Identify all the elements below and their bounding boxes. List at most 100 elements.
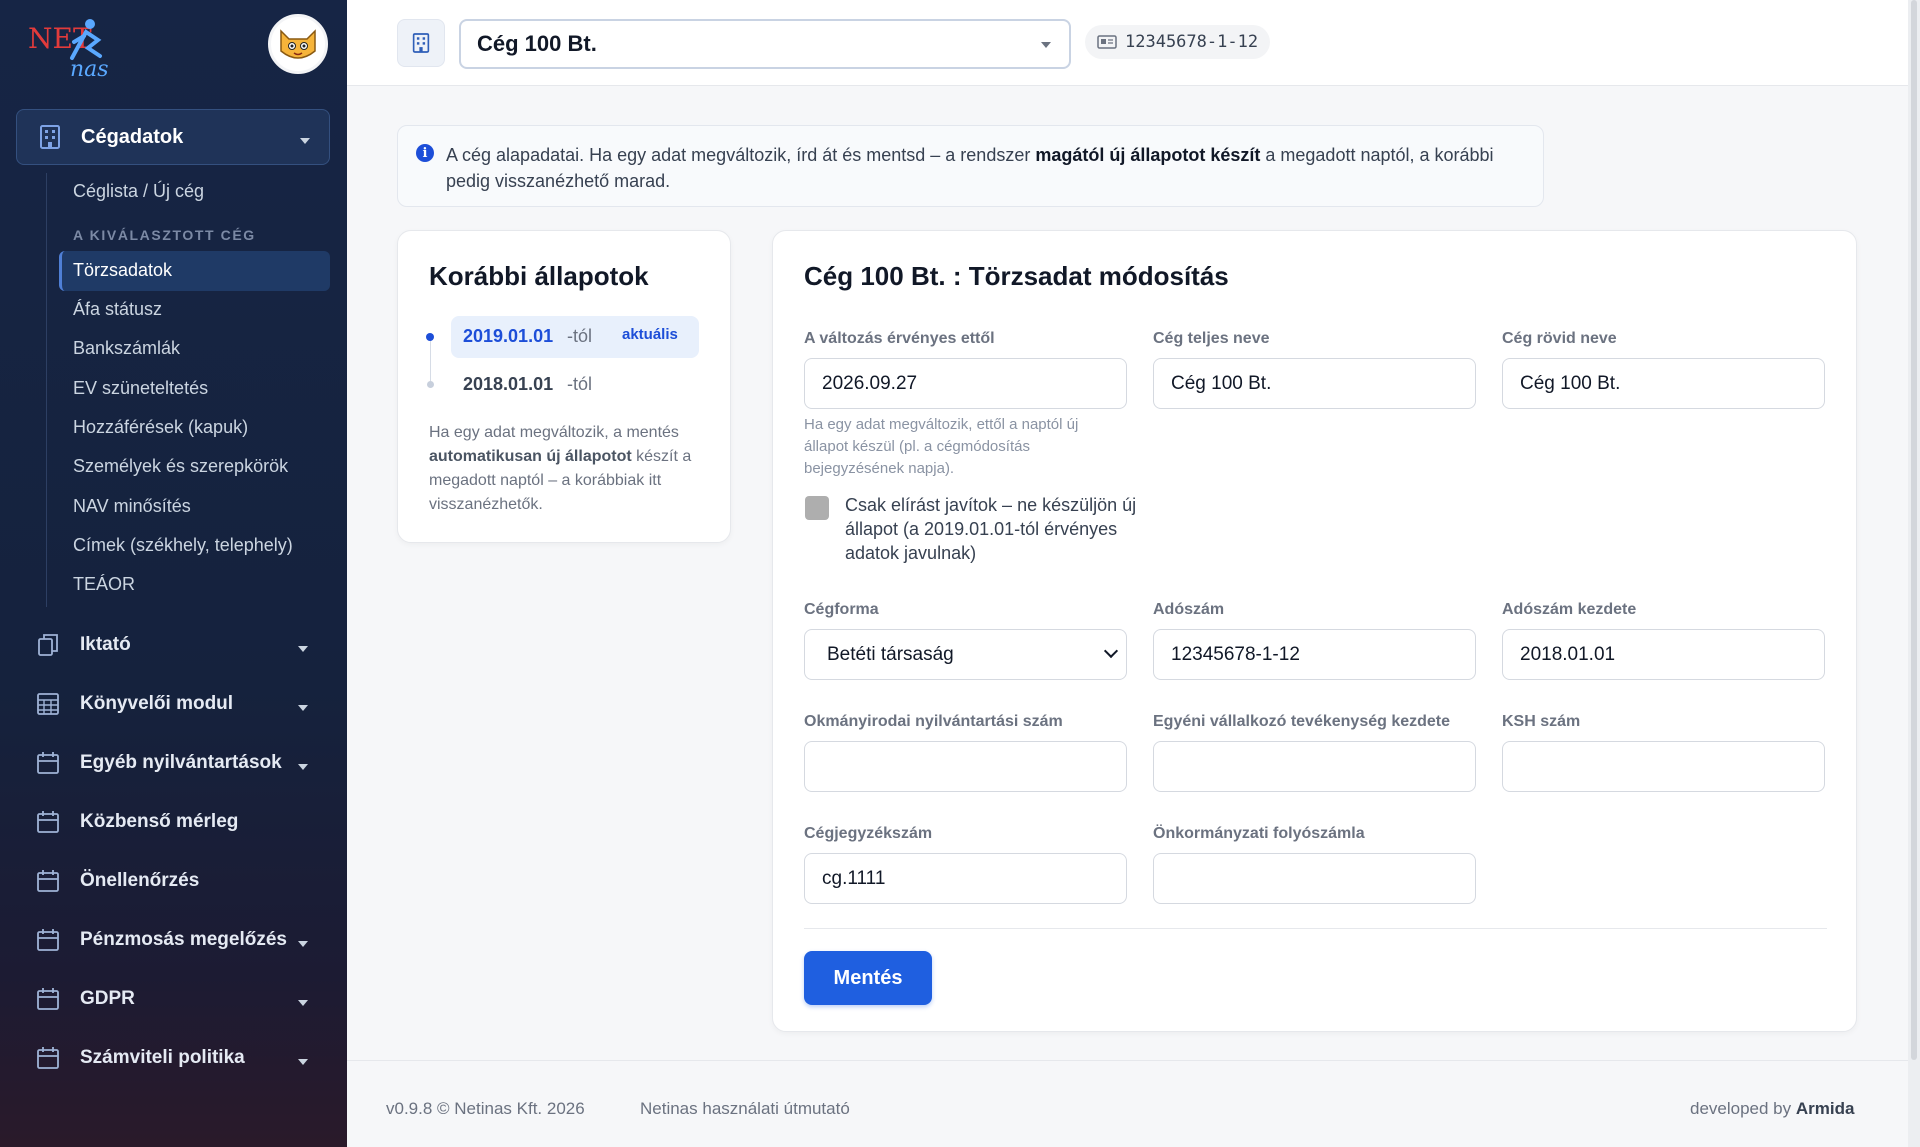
footer-guide-link[interactable]: Netinas használati útmutató [640, 1099, 850, 1119]
municipal-account-label: Önkormányzati folyószámla [1153, 825, 1365, 842]
chevron-down-icon [298, 1000, 308, 1006]
sidebar-item-afa-statusz[interactable]: Áfa státusz [73, 299, 162, 320]
master-data-form: Cég 100 Bt. : Törzsadat módosítás A vált… [772, 230, 1857, 1032]
tax-number-label: Adószám [1153, 601, 1225, 618]
short-name-label: Cég rövid neve [1502, 330, 1617, 347]
nav-label: Egyéb nyilvántartások [80, 752, 282, 773]
company-select-value: Cég 100 Bt. [477, 31, 597, 56]
sidebar-item-szemelyek[interactable]: Személyek és szerepkörök [73, 456, 288, 477]
sole-trader-start-label: Egyéni vállalkozó tevékenység kezdete [1153, 713, 1451, 730]
registry-number-input[interactable] [804, 741, 1127, 792]
id-card-icon [1097, 35, 1117, 49]
avatar[interactable] [268, 14, 328, 74]
nav-kozbenso-merleg[interactable]: Közbenső mérleg [36, 804, 336, 840]
nav-egyeb-nyilvantartasok[interactable]: Egyéb nyilvántartások [36, 745, 336, 781]
save-button[interactable]: Mentés [804, 951, 932, 1005]
chevron-down-icon [1103, 643, 1119, 659]
sidebar-item-teaor[interactable]: TEÁOR [73, 574, 135, 595]
nav-penzmosas-megelozes[interactable]: Pénzmosás megelőzés [36, 922, 336, 958]
typo-fix-label[interactable]: Csak elírást javítok – ne készüljön új á… [845, 493, 1145, 565]
nav-konyveloi-modul[interactable]: Könyvelői modul [36, 686, 336, 722]
history-item[interactable]: 2018.01.01 -tól [451, 366, 699, 402]
sidebar-item-ceglista[interactable]: Céglista / Új cég [73, 181, 204, 202]
company-reg-number-label: Cégjegyzékszám [804, 825, 933, 842]
nav-iktato[interactable]: Iktató [36, 627, 336, 663]
calendar-icon [37, 988, 59, 1010]
tax-number-chip: 12345678-1-12 [1085, 25, 1271, 59]
scrollbar-thumb[interactable] [1911, 0, 1917, 1060]
sidebar-section-label: Cégadatok [81, 125, 184, 148]
sidebar-item-cimek[interactable]: Címek (székhely, telephely) [73, 535, 293, 556]
nav-label: Számviteli politika [80, 1047, 245, 1068]
nav-szamviteli-politika[interactable]: Számviteli politika [36, 1040, 336, 1076]
info-text: A cég alapadatai. Ha egy adat megváltozi… [446, 145, 1494, 191]
ksh-number-input[interactable] [1502, 741, 1825, 792]
sidebar: NET nas Cégadatok Céglista / Új cég A KI… [0, 0, 347, 1147]
calendar-icon [37, 811, 59, 833]
sidebar-item-bankszamlak[interactable]: Bankszámlák [73, 338, 180, 359]
company-building-button[interactable] [397, 19, 445, 67]
footer-developer: developed by Armida [1690, 1099, 1855, 1118]
company-select[interactable]: Cég 100 Bt. [459, 19, 1071, 69]
sidebar-section-cegadatok[interactable]: Cégadatok [16, 109, 330, 165]
tax-start-label: Adószám kezdete [1502, 601, 1637, 618]
tax-start-input[interactable]: 2018.01.01 [1502, 629, 1825, 680]
timeline-dot [427, 381, 434, 388]
sole-trader-start-input[interactable] [1153, 741, 1476, 792]
sidebar-item-torzsadatok[interactable]: Törzsadatok [73, 260, 172, 281]
company-form-value: Betéti társaság [827, 643, 954, 665]
full-name-label: Cég teljes neve [1153, 330, 1270, 347]
sidebar-item-ev-szuneteltetes[interactable]: EV szüneteltetés [73, 378, 208, 399]
nav-label: Iktató [80, 634, 131, 655]
calculator-icon [37, 693, 59, 715]
chevron-down-icon [298, 705, 308, 711]
form-title: Cég 100 Bt. : Törzsadat módosítás [804, 261, 1229, 291]
nav-gdpr[interactable]: GDPR [36, 981, 336, 1017]
company-reg-number-input[interactable]: cg.1111 [804, 853, 1127, 904]
timeline-dot-active [426, 333, 434, 341]
history-item-current[interactable]: 2019.01.01 -tól aktuális [451, 316, 699, 358]
typo-fix-checkbox[interactable] [805, 496, 829, 520]
chevron-down-icon [298, 764, 308, 770]
page-scrollbar[interactable] [1908, 0, 1920, 1147]
calendar-icon [37, 1047, 59, 1069]
tax-number-text: 12345678-1-12 [1125, 32, 1259, 52]
netinas-logo[interactable]: NET nas [28, 18, 124, 82]
tax-number-input[interactable]: 12345678-1-12 [1153, 629, 1476, 680]
nav-label: Könyvelői modul [80, 693, 234, 714]
sidebar-item-nav-minosites[interactable]: NAV minősítés [73, 496, 191, 517]
company-form-label: Cégforma [804, 601, 879, 618]
history-date: 2018.01.01 [463, 374, 554, 394]
history-suffix: -tól [567, 326, 593, 346]
chevron-down-icon [300, 138, 310, 144]
svg-text:nas: nas [70, 57, 109, 80]
info-banner: i A cég alapadatai. Ha egy adat megválto… [397, 125, 1544, 207]
history-suffix: -tól [567, 374, 593, 394]
timeline-line [430, 336, 431, 386]
municipal-account-input[interactable] [1153, 853, 1476, 904]
valid-from-label: A változás érvényes ettől [804, 330, 995, 347]
nav-label: GDPR [80, 988, 135, 1009]
building-icon [412, 33, 430, 53]
nav-label: Pénzmosás megelőzés [80, 929, 287, 950]
nav-label: Önellenőrzés [80, 870, 200, 891]
full-name-input[interactable]: Cég 100 Bt. [1153, 358, 1476, 409]
dropdown-arrow-icon [1041, 42, 1051, 48]
history-title: Korábbi állapotok [429, 261, 649, 291]
info-icon: i [416, 144, 434, 162]
short-name-input[interactable]: Cég 100 Bt. [1502, 358, 1825, 409]
valid-from-input[interactable]: 2026.09.27 [804, 358, 1127, 409]
footer: v0.9.8 © Netinas Kft. 2026 Netinas haszn… [347, 1060, 1920, 1147]
current-badge: aktuális [622, 326, 678, 343]
nav-label: Közbenső mérleg [80, 811, 239, 832]
submenu-rail [46, 173, 47, 607]
valid-from-hint: Ha egy adat megváltozik, ettől a naptól … [804, 416, 1079, 477]
form-divider [804, 928, 1827, 929]
history-note: Ha egy adat megváltozik, a mentés automa… [429, 424, 692, 513]
nav-onellenorzes[interactable]: Önellenőrzés [36, 863, 336, 899]
calendar-icon [37, 752, 59, 774]
sidebar-item-hozzaferesek[interactable]: Hozzáférések (kapuk) [73, 417, 248, 438]
calendar-icon [37, 929, 59, 951]
history-card: Korábbi állapotok 2019.01.01 -tól aktuál… [397, 230, 731, 543]
company-form-select[interactable]: Betéti társaság [804, 629, 1127, 680]
